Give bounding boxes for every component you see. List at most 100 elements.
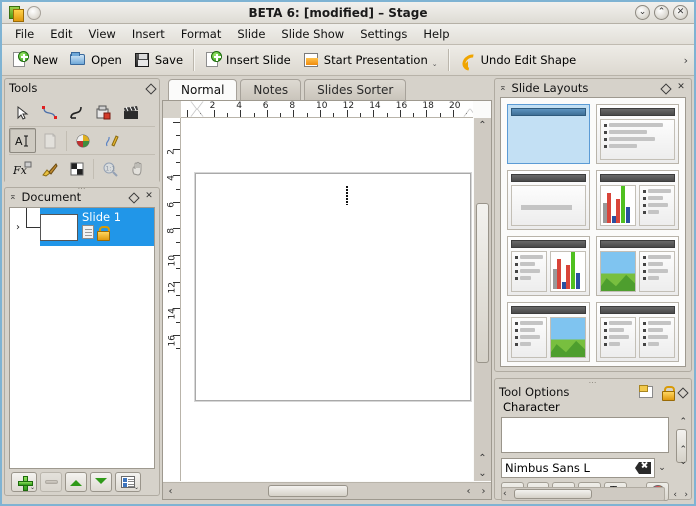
- chevron-down-icon[interactable]: ⌄: [30, 484, 35, 491]
- zoom-actual-size-button[interactable]: 1:1: [97, 157, 124, 182]
- tool-options-horizontal-scrollbar[interactable]: ‹: [501, 487, 665, 501]
- new-button[interactable]: New: [6, 48, 63, 72]
- float-icon[interactable]: [129, 193, 138, 202]
- select-tool-button[interactable]: [9, 100, 36, 125]
- path-tool-button[interactable]: [36, 100, 63, 125]
- right-margin-marker[interactable]: [464, 109, 473, 117]
- stamp-tool-button[interactable]: [90, 100, 117, 125]
- vertical-scroll-thumb[interactable]: [476, 203, 489, 363]
- menu-format[interactable]: Format: [174, 25, 229, 43]
- insert-slide-button[interactable]: Insert Slide: [199, 48, 296, 72]
- menu-insert[interactable]: Insert: [125, 25, 172, 43]
- curve-tool-button[interactable]: [63, 100, 90, 125]
- move-down-button[interactable]: [90, 472, 112, 492]
- collapse-icon[interactable]: ⌅: [499, 83, 507, 93]
- scroll-left-arrow-end[interactable]: ‹: [461, 484, 476, 499]
- pan-tool-button[interactable]: [124, 157, 151, 182]
- layout-title-content[interactable]: [507, 170, 590, 230]
- menu-slide[interactable]: Slide: [230, 25, 272, 43]
- slide-canvas[interactable]: [195, 173, 471, 401]
- view-options-button[interactable]: ⌄: [115, 472, 141, 492]
- close-icon[interactable]: ✕: [675, 82, 687, 94]
- collapse-icon[interactable]: ⌅: [9, 192, 17, 202]
- start-presentation-button[interactable]: Start Presentation ⌄: [297, 48, 443, 72]
- close-icon[interactable]: ✕: [143, 191, 155, 203]
- brush-tool-button[interactable]: [36, 157, 63, 182]
- clear-field-icon[interactable]: [635, 462, 651, 474]
- artistic-tool-button[interactable]: [70, 128, 97, 153]
- list-item[interactable]: › Slide 1: [10, 208, 154, 246]
- menu-edit[interactable]: Edit: [43, 25, 79, 43]
- menu-slide-show[interactable]: Slide Show: [274, 25, 351, 43]
- scroll-up-arrow[interactable]: ⌃: [679, 417, 687, 427]
- toolbar-overflow-button[interactable]: ›: [684, 54, 694, 67]
- scroll-right-arrow[interactable]: ›: [476, 484, 491, 499]
- tab-notes[interactable]: Notes: [240, 79, 301, 100]
- character-text-input[interactable]: [501, 417, 669, 453]
- open-button[interactable]: Open: [64, 48, 127, 72]
- pencil-tool-button[interactable]: [97, 128, 124, 153]
- save-button[interactable]: Save: [128, 48, 188, 72]
- float-icon[interactable]: [661, 84, 670, 93]
- left-margin-marker[interactable]: [191, 109, 203, 117]
- move-up-button[interactable]: [65, 472, 87, 492]
- scroll-up-arrow-bottom[interactable]: ⌃: [475, 451, 490, 466]
- scroll-up-arrow[interactable]: ⌃: [475, 118, 490, 133]
- float-icon[interactable]: [146, 84, 155, 93]
- canvas-vertical-scrollbar[interactable]: ⌃ ⌃ ⌄: [474, 118, 491, 481]
- layout-title-only[interactable]: [507, 104, 590, 164]
- scroll-down-arrow[interactable]: ⌄: [475, 466, 490, 481]
- effects-tool-button[interactable]: Fx: [9, 157, 36, 182]
- horizontal-scroll-thumb[interactable]: [268, 485, 348, 497]
- lock-icon[interactable]: [97, 226, 108, 239]
- window-menu-button[interactable]: [27, 6, 41, 20]
- chevron-down-icon[interactable]: ⌄: [655, 463, 669, 473]
- pattern-tool-button[interactable]: [63, 157, 90, 182]
- menu-settings[interactable]: Settings: [353, 25, 414, 43]
- layout-chart-bullets[interactable]: [596, 170, 679, 230]
- layout-two-bullets[interactable]: [596, 302, 679, 362]
- animation-tool-button[interactable]: [117, 100, 144, 125]
- menu-view[interactable]: View: [82, 25, 123, 43]
- scroll-left-arrow[interactable]: ‹: [503, 489, 507, 499]
- tab-slides-sorter[interactable]: Slides Sorter: [304, 79, 406, 100]
- canvas-viewport[interactable]: [181, 118, 473, 481]
- tree-expander[interactable]: ›: [10, 208, 26, 246]
- chevron-down-icon[interactable]: ⌄: [134, 484, 139, 491]
- lock-icon[interactable]: [662, 386, 673, 399]
- scroll-down-arrow[interactable]: ⌄: [679, 457, 687, 467]
- tool-options-vertical-scrollbar[interactable]: ⌃ ⌃ ⌄: [674, 399, 687, 483]
- layout-image-bullets[interactable]: [596, 236, 679, 296]
- scroll-left-arrow[interactable]: ‹: [163, 484, 178, 499]
- layout-title-bullets[interactable]: [596, 104, 679, 164]
- vertical-ruler[interactable]: 246810121416: [163, 118, 181, 481]
- menu-help[interactable]: Help: [416, 25, 456, 43]
- left-indent-marker[interactable]: [191, 101, 203, 109]
- tool-options-hscroll-thumb[interactable]: [514, 489, 592, 499]
- canvas-horizontal-scrollbar[interactable]: ‹ ‹ ›: [163, 482, 491, 499]
- add-slide-button[interactable]: ⌄: [11, 472, 37, 492]
- slide-thumbnail[interactable]: [40, 214, 78, 241]
- window-title: BETA 6: [modified] – Stage: [41, 6, 635, 20]
- layout-bullets-image[interactable]: [507, 302, 590, 362]
- text-tool-button[interactable]: A: [9, 128, 36, 153]
- scroll-up-arrow-2[interactable]: ⌃: [679, 445, 687, 455]
- close-button[interactable]: ✕: [673, 5, 688, 20]
- undo-button[interactable]: Undo Edit Shape: [454, 48, 582, 72]
- scroll-left-arrow-end[interactable]: ‹: [673, 490, 677, 500]
- float-icon[interactable]: [678, 388, 687, 397]
- tab-normal[interactable]: Normal: [168, 79, 237, 100]
- remove-slide-button[interactable]: [40, 472, 62, 492]
- scroll-right-arrow[interactable]: ›: [684, 490, 688, 500]
- horizontal-ruler[interactable]: 246810121416182022: [181, 101, 473, 118]
- layout-title-placeholder: [600, 240, 675, 248]
- pin-icon[interactable]: [639, 386, 653, 398]
- maximize-button[interactable]: ⌃: [654, 5, 669, 20]
- menu-file[interactable]: File: [8, 25, 41, 43]
- slide-list[interactable]: › Slide 1: [9, 207, 155, 469]
- font-family-combo[interactable]: Nimbus Sans L: [501, 458, 655, 478]
- layout-bullets-chart[interactable]: [507, 236, 590, 296]
- chevron-down-icon[interactable]: ⌄: [432, 60, 438, 69]
- minimize-button[interactable]: ⌄: [635, 5, 650, 20]
- note-tool-button[interactable]: [36, 128, 63, 153]
